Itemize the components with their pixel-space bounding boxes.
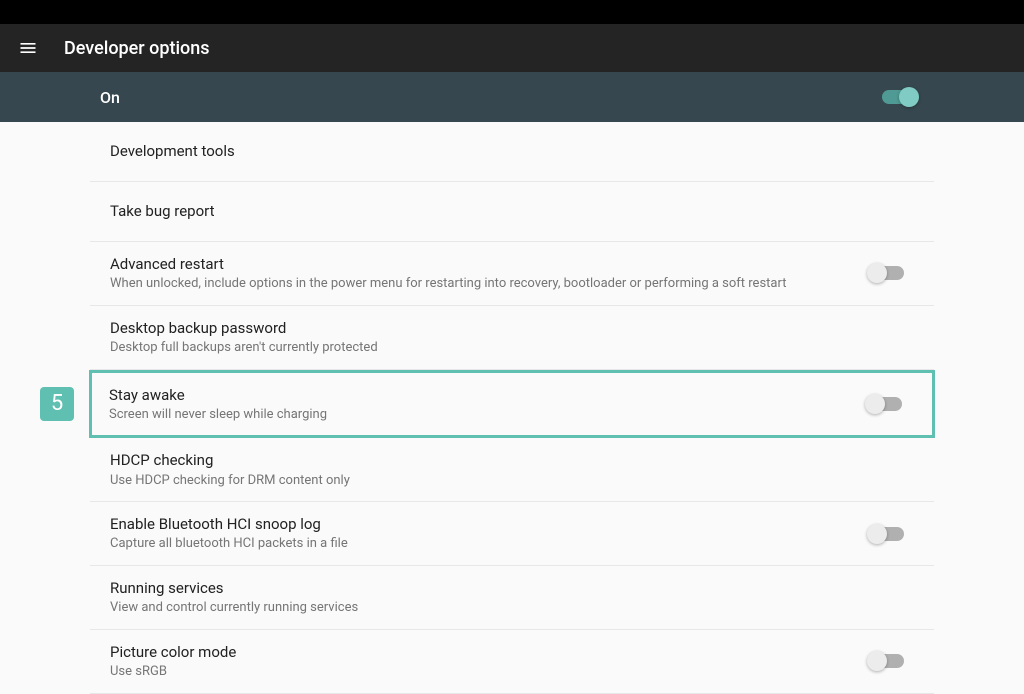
hamburger-icon[interactable] — [16, 36, 40, 60]
switch-bt-hci[interactable] — [870, 527, 904, 541]
row-bug-report[interactable]: Take bug report — [90, 182, 934, 242]
row-dev-tools[interactable]: Development tools — [90, 122, 934, 182]
switch-advanced-restart[interactable] — [870, 266, 904, 280]
row-running-services[interactable]: Running servicesView and control current… — [90, 566, 934, 630]
row-subtitle: Use sRGB — [110, 663, 870, 681]
row-text: Desktop backup passwordDesktop full back… — [110, 318, 914, 357]
row-title: Advanced restart — [110, 254, 870, 274]
row-title: Development tools — [110, 141, 914, 161]
row-text: Running servicesView and control current… — [110, 578, 914, 617]
row-desktop-backup[interactable]: Desktop backup passwordDesktop full back… — [90, 306, 934, 370]
app-bar: Developer options — [0, 24, 1024, 72]
row-hdcp[interactable]: HDCP checking Use HDCP checking for DRM c… — [90, 438, 934, 502]
row-text: Picture color modeUse sRGB — [110, 642, 870, 681]
settings-list: Development tools Take bug report Advanced… — [0, 122, 1024, 694]
row-text: Take bug report — [110, 201, 914, 221]
row-text: Development tools — [110, 141, 914, 161]
switch-knob — [867, 524, 887, 544]
row-title: Stay awake — [109, 385, 868, 405]
row-text: Enable Bluetooth HCI snoop logCapture al… — [110, 514, 870, 553]
row-subtitle: Screen will never sleep while charging — [109, 406, 868, 424]
row-advanced-restart[interactable]: Advanced restartWhen unlocked, include o… — [90, 242, 934, 306]
row-picture-color[interactable]: Picture color modeUse sRGB — [90, 630, 934, 694]
row-subtitle: View and control currently running servi… — [110, 599, 914, 617]
switch-stay-awake[interactable] — [868, 397, 902, 411]
step-badge: 5 — [40, 387, 74, 421]
page-title: Developer options — [64, 38, 210, 59]
master-toggle-label: On — [100, 88, 882, 107]
row-title: Picture color mode — [110, 642, 870, 662]
row-subtitle: Use HDCP checking for DRM content only — [110, 472, 914, 490]
master-switch[interactable] — [882, 90, 916, 104]
switch-knob — [865, 394, 885, 414]
status-bar — [0, 0, 1024, 24]
row-title: Enable Bluetooth HCI snoop log — [110, 514, 870, 534]
master-toggle-row[interactable]: On — [0, 72, 1024, 122]
switch-picture-color[interactable] — [870, 654, 904, 668]
switch-knob — [899, 87, 919, 107]
switch-knob — [867, 263, 887, 283]
row-subtitle: Capture all bluetooth HCI packets in a f… — [110, 535, 870, 553]
row-subtitle: Desktop full backups aren't currently pr… — [110, 339, 914, 357]
row-text: HDCP checking Use HDCP checking for DRM c… — [110, 450, 914, 489]
highlight-wrap: 5Stay awakeScreen will never sleep while… — [90, 370, 934, 439]
row-title: HDCP checking — [110, 450, 914, 470]
row-bt-hci[interactable]: Enable Bluetooth HCI snoop logCapture al… — [90, 502, 934, 566]
row-title: Running services — [110, 578, 914, 598]
row-subtitle: When unlocked, include options in the po… — [110, 275, 870, 293]
row-text: Advanced restartWhen unlocked, include o… — [110, 254, 870, 293]
row-stay-awake[interactable]: Stay awakeScreen will never sleep while … — [92, 373, 932, 436]
highlight-box: Stay awakeScreen will never sleep while … — [89, 370, 935, 439]
switch-knob — [867, 651, 887, 671]
row-title: Desktop backup password — [110, 318, 914, 338]
row-text: Stay awakeScreen will never sleep while … — [109, 385, 868, 424]
row-title: Take bug report — [110, 201, 914, 221]
